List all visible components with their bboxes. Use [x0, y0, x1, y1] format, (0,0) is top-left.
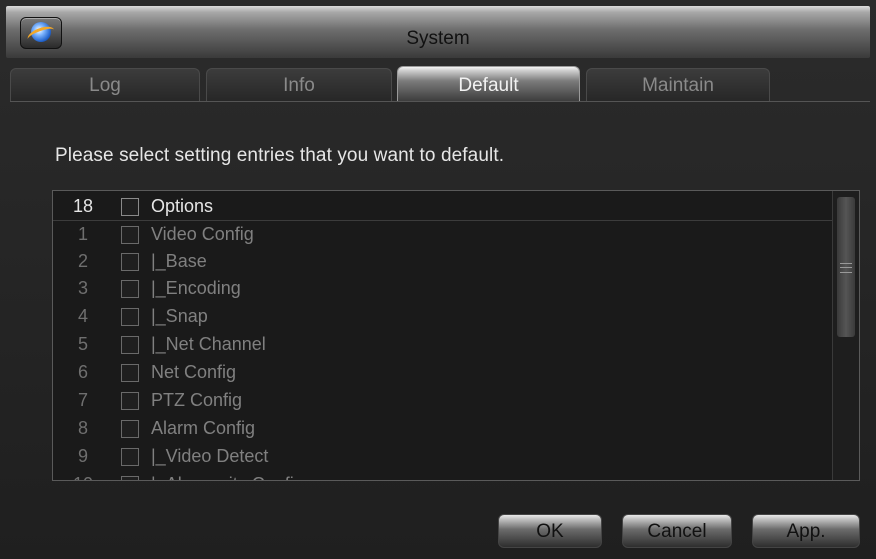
item-number: 2 — [77, 251, 88, 271]
system-window: System Log Info Default Maintain Please … — [0, 0, 876, 559]
list-item[interactable]: 5 |_Net Channel — [53, 331, 833, 358]
list-item[interactable]: 3 |_Encoding — [53, 275, 833, 302]
list-item[interactable]: 2 |_Base — [53, 248, 833, 275]
item-checkbox[interactable] — [121, 448, 139, 466]
tab-info[interactable]: Info — [206, 68, 392, 102]
item-label: PTZ Config — [151, 390, 243, 410]
item-checkbox[interactable] — [121, 476, 139, 480]
tab-bar: Log Info Default Maintain — [10, 66, 870, 102]
item-number: 1 — [77, 224, 88, 244]
tab-default[interactable]: Default — [397, 66, 580, 102]
apply-button[interactable]: App. — [752, 514, 860, 548]
item-label: |_Encoding — [151, 278, 241, 298]
item-checkbox[interactable] — [121, 364, 139, 382]
tab-divider — [10, 101, 870, 102]
item-label: |_Abnormity Config — [151, 471, 304, 480]
item-number: 7 — [77, 390, 88, 410]
item-number: 8 — [77, 418, 88, 438]
item-label: |_Video Detect — [151, 446, 269, 466]
item-label: Video Config — [151, 224, 254, 244]
item-label: Alarm Config — [151, 418, 256, 438]
list-item[interactable]: 10 |_Abnormity Config — [53, 471, 833, 480]
grip-icon — [840, 263, 852, 273]
default-options-list: 18 Options 1 Video Config 2 |_Base 3 |_E… — [52, 190, 860, 481]
select-all-checkbox[interactable] — [121, 198, 139, 216]
item-label: Net Config — [151, 362, 237, 382]
item-checkbox[interactable] — [121, 420, 139, 438]
item-number: 9 — [77, 446, 88, 466]
title-bar: System — [6, 6, 870, 58]
item-number: 10 — [63, 471, 103, 480]
list-header-row[interactable]: 18 Options — [53, 193, 833, 221]
window-title: System — [406, 28, 470, 49]
item-checkbox[interactable] — [121, 226, 139, 244]
item-checkbox[interactable] — [121, 336, 139, 354]
list-header-label: Options — [151, 196, 214, 216]
item-number: 6 — [77, 362, 88, 382]
item-label: |_Snap — [151, 306, 208, 326]
item-number: 5 — [77, 334, 88, 354]
item-checkbox[interactable] — [121, 280, 139, 298]
item-label: |_Base — [151, 251, 207, 271]
cancel-button[interactable]: Cancel — [622, 514, 732, 548]
tab-log[interactable]: Log — [10, 68, 200, 102]
tab-maintain[interactable]: Maintain — [586, 68, 770, 102]
list-scrollbar[interactable] — [832, 191, 859, 480]
item-checkbox[interactable] — [121, 253, 139, 271]
instruction-text: Please select setting entries that you w… — [55, 145, 505, 166]
item-number: 4 — [77, 306, 88, 326]
list-item[interactable]: 7 PTZ Config — [53, 387, 833, 414]
ok-button[interactable]: OK — [498, 514, 602, 548]
list-item[interactable]: 1 Video Config — [53, 221, 833, 248]
item-checkbox[interactable] — [121, 392, 139, 410]
list-count: 18 — [72, 196, 94, 216]
item-number: 3 — [77, 278, 88, 298]
list-item[interactable]: 9 |_Video Detect — [53, 443, 833, 470]
list-item[interactable]: 4 |_Snap — [53, 303, 833, 330]
scroll-thumb[interactable] — [837, 197, 855, 337]
list-item[interactable]: 8 Alarm Config — [53, 415, 833, 442]
item-checkbox[interactable] — [121, 308, 139, 326]
list-item[interactable]: 6 Net Config — [53, 359, 833, 386]
item-label: |_Net Channel — [151, 334, 266, 354]
